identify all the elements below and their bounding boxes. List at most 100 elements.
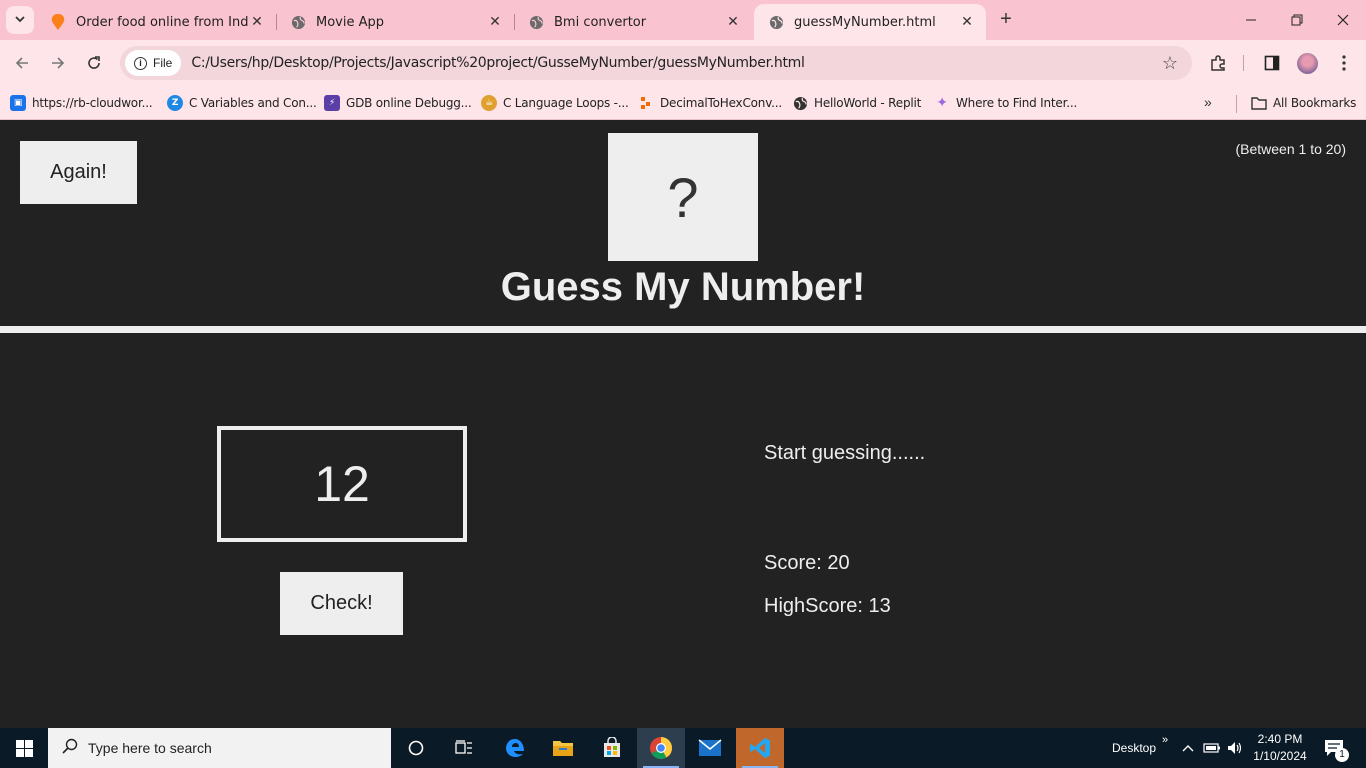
side-panel-icon[interactable] [1261,52,1283,74]
chevron-up-icon [1182,745,1194,752]
task-view-button[interactable] [440,728,488,768]
store-icon [604,737,620,757]
bookmark-item[interactable]: ☕ C Language Loops -... [481,94,629,112]
more-bookmarks-icon[interactable]: » [1204,94,1212,110]
tab-movie-app[interactable]: Movie App ✕ [276,4,515,40]
arrow-left-icon [15,57,28,69]
restore-button[interactable] [1274,0,1320,40]
tab-title: guessMyNumber.html [794,14,936,30]
all-bookmarks-button[interactable]: All Bookmarks [1251,94,1356,112]
address-bar[interactable]: i File C:/Users/hp/Desktop/Projects/Java… [120,46,1192,80]
tab-order-food[interactable]: Order food online from India's ✕ [36,4,277,40]
tab-title: Order food online from India's [76,14,248,30]
bookmark-label: HelloWorld - Replit [814,96,922,110]
profile-avatar[interactable] [1297,53,1318,74]
highscore-label: HighScore: 13 [764,595,891,617]
restore-icon [1291,14,1303,26]
start-button[interactable] [0,728,48,768]
tab-guess-my-number[interactable]: guessMyNumber.html ✕ [754,4,986,40]
more-menu-icon[interactable] [1333,52,1355,74]
search-icon [62,738,78,759]
minimize-button[interactable] [1228,0,1274,40]
bookmarks-bar: ▣ https://rb-cloudwor... Z C Variables a… [0,86,1366,120]
bookmarks-divider [1236,95,1237,113]
battery-icon[interactable] [1203,728,1221,768]
tab-bmi-convertor[interactable]: Bmi convertor ✕ [514,4,752,40]
close-icon [1337,14,1349,26]
tab-search-button[interactable] [6,6,34,34]
url-text[interactable]: C:/Users/hp/Desktop/Projects/Javascript%… [191,55,805,71]
site-info-chip[interactable]: i File [125,50,182,76]
task-view-icon [455,740,472,754]
bookmark-star-icon[interactable]: ☆ [1162,53,1178,74]
toolbar-divider [1243,55,1244,71]
page-title: Guess My Number! [500,265,866,309]
minimize-icon [1246,19,1256,21]
extensions-icon[interactable] [1207,52,1229,74]
store-app[interactable] [588,728,636,768]
close-tab-icon[interactable]: ✕ [486,14,504,30]
bookmark-label: Where to Find Inter... [956,96,1078,110]
cortana-button[interactable] [392,728,440,768]
edge-app[interactable] [491,728,539,768]
desktop-expand-icon[interactable]: » [1162,720,1168,760]
back-button[interactable] [10,51,34,75]
again-button[interactable]: Again! [20,141,137,204]
info-icon: i [134,56,147,70]
notification-count-badge: 1 [1335,748,1349,762]
range-hint: (Between 1 to 20) [1235,141,1346,157]
vscode-app[interactable] [736,728,784,768]
bookmark-label: GDB online Debugg... [346,96,472,110]
tab-title: Bmi convertor [554,14,647,30]
reload-button[interactable] [82,51,106,75]
volume-icon[interactable] [1227,728,1243,768]
bookmark-label: C Language Loops -... [503,96,629,110]
taskbar-search[interactable]: Type here to search [48,728,391,768]
tab-strip: Order food online from India's ✕ Movie A… [0,0,1366,40]
bolt-icon: ⚡ [324,95,340,111]
bookmark-item[interactable]: ⚡ GDB online Debugg... [324,94,472,112]
bookmark-item[interactable]: HelloWorld - Replit [792,94,921,112]
windows-taskbar: Type here to search Desktop » 2:40 PM 1/… [0,728,1366,768]
forward-button[interactable] [46,51,70,75]
chrome-icon [650,737,672,759]
search-placeholder: Type here to search [88,740,212,756]
folder-icon [1251,95,1267,111]
vscode-icon [750,738,770,758]
close-tab-icon[interactable]: ✕ [724,14,742,30]
bookmark-item[interactable]: ✦ Where to Find Inter... [934,94,1077,112]
tab-title: Movie App [316,14,385,30]
bookmark-item[interactable]: ▣ https://rb-cloudwor... [10,94,153,112]
globe-icon [290,14,306,30]
bookmark-label: https://rb-cloudwor... [32,96,153,110]
new-tab-button[interactable]: + [994,8,1018,32]
bookmark-item[interactable]: DecimalToHexConv... [638,94,782,112]
system-clock[interactable]: 2:40 PM 1/10/2024 [1248,731,1312,765]
show-hidden-icons[interactable] [1182,728,1194,768]
guess-input[interactable]: 12 [217,426,467,542]
cortana-icon [408,740,424,756]
browser-toolbar: i File C:/Users/hp/Desktop/Projects/Java… [0,40,1366,86]
mail-icon [698,739,722,756]
folder-icon [553,741,573,756]
bookmark-item[interactable]: Z C Variables and Con... [167,94,317,112]
score-label: Score: 20 [764,552,850,574]
globe-icon [792,95,808,111]
check-button[interactable]: Check! [280,572,403,635]
close-tab-icon[interactable]: ✕ [958,14,976,30]
chevron-down-icon [14,13,26,28]
clock-time: 2:40 PM [1257,732,1303,746]
close-tab-icon[interactable]: ✕ [248,14,266,30]
chrome-app[interactable] [637,728,685,768]
mail-app[interactable] [686,728,734,768]
desktop-toolbar[interactable]: Desktop [1112,728,1156,768]
notifications-button[interactable]: 1 [1324,728,1349,768]
z-logo-icon: Z [167,95,183,111]
swiggy-icon [50,14,66,30]
cup-icon: ☕ [481,95,497,111]
close-window-button[interactable] [1320,0,1366,40]
desktop-label: Desktop [1112,741,1157,755]
file-explorer-app[interactable] [539,728,587,768]
squares-icon [638,95,654,111]
bookmark-label: C Variables and Con... [189,96,317,110]
